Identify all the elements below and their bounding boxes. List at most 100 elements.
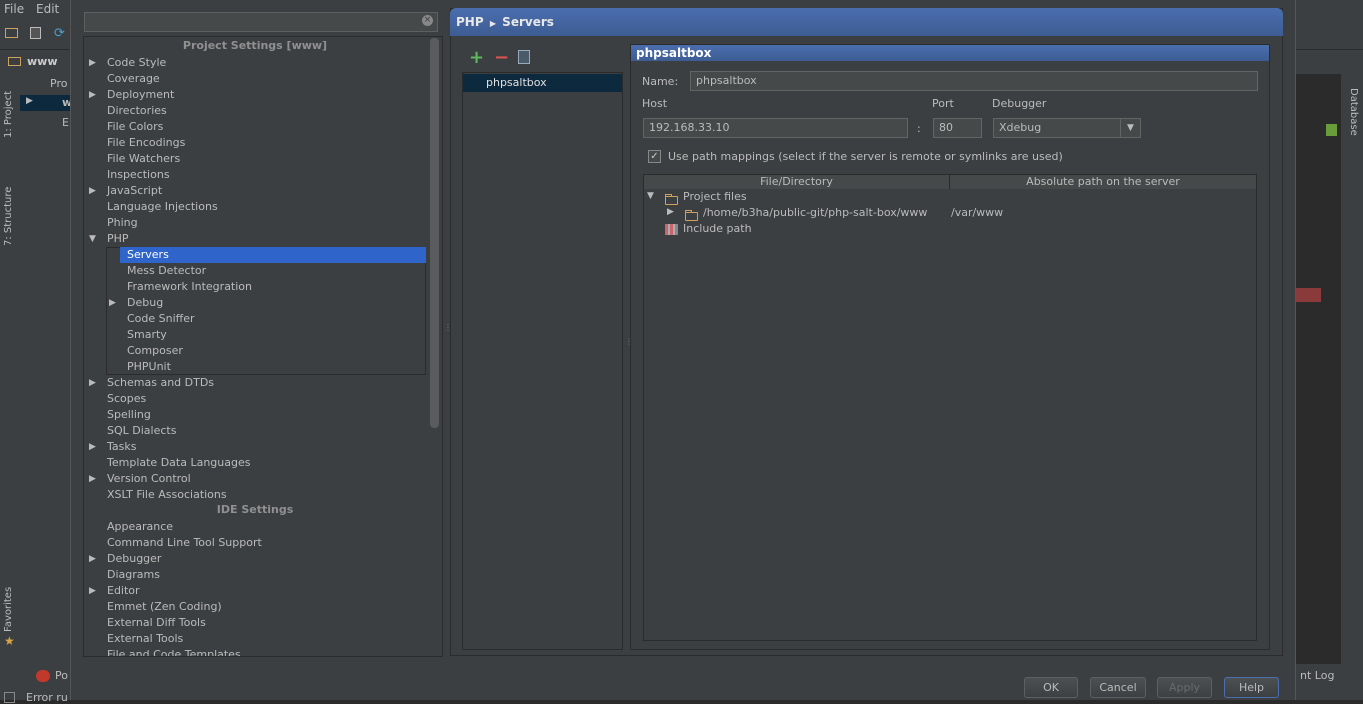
expand-arrow-icon[interactable]: ▶ (89, 583, 96, 599)
settings-item-xslt-file-associations[interactable]: XSLT File Associations (84, 487, 424, 503)
nav-project-name[interactable]: www (27, 55, 58, 68)
settings-item-label: Servers (127, 248, 169, 261)
add-server-icon[interactable]: + (469, 47, 484, 68)
expand-arrow-icon[interactable]: ▶ (667, 207, 674, 217)
tool-tab-favorites[interactable]: Favorites (3, 587, 14, 632)
status-checkbox[interactable] (4, 692, 15, 703)
favorites-star-icon[interactable]: ★ (4, 634, 15, 648)
server-detail-title: phpsaltbox (631, 45, 1269, 61)
remove-server-icon[interactable]: − (494, 47, 509, 68)
settings-item-php[interactable]: ▼ PHP (84, 231, 424, 247)
settings-item-scopes[interactable]: Scopes (84, 391, 424, 407)
breadcrumb-parent: PHP (456, 15, 484, 29)
column-absolute-path[interactable]: Absolute path on the server (950, 175, 1256, 189)
settings-item-tasks[interactable]: ▶ Tasks (84, 439, 424, 455)
settings-item-label: Smarty (127, 328, 167, 341)
sync-icon[interactable]: ⟳ (54, 26, 65, 41)
settings-item-deployment[interactable]: ▶ Deployment (84, 87, 424, 103)
expand-arrow-icon[interactable]: ▶ (109, 295, 116, 311)
path-mappings-checkbox[interactable]: ✓ (648, 150, 661, 163)
settings-item-label: Inspections (107, 168, 170, 181)
settings-item-composer[interactable]: Composer (84, 343, 424, 359)
settings-item-language-injections[interactable]: Language Injections (84, 199, 424, 215)
save-icon[interactable] (30, 27, 41, 39)
tool-tab-database[interactable]: Database (1348, 88, 1359, 136)
tool-tab-project[interactable]: 1: Project (3, 91, 14, 138)
server-list-item[interactable]: phpsaltbox (463, 74, 622, 92)
settings-item-version-control[interactable]: ▶ Version Control (84, 471, 424, 487)
clear-search-icon[interactable]: × (422, 15, 433, 26)
cancel-button[interactable]: Cancel (1090, 677, 1146, 698)
settings-item-debug[interactable]: ▶ Debug (84, 295, 424, 311)
apply-button[interactable]: Apply (1157, 677, 1212, 698)
settings-item-code-style[interactable]: ▶ Code Style (84, 55, 424, 71)
table-row-project-files[interactable]: ▼ Project files (644, 190, 1256, 206)
copy-server-icon[interactable] (518, 50, 530, 64)
expand-arrow-icon[interactable]: ▶ (89, 55, 96, 71)
settings-item-file-encodings[interactable]: File Encodings (84, 135, 424, 151)
settings-item-label: JavaScript (107, 184, 163, 197)
settings-item-command-line-tool-support[interactable]: Command Line Tool Support (84, 535, 424, 551)
settings-item-smarty[interactable]: Smarty (84, 327, 424, 343)
settings-item-emmet-zen-coding[interactable]: Emmet (Zen Coding) (84, 599, 424, 615)
collapse-arrow-icon[interactable]: ▼ (647, 191, 654, 201)
settings-item-diagrams[interactable]: Diagrams (84, 567, 424, 583)
mapping-remote-path[interactable]: /var/www (951, 206, 1003, 219)
settings-item-phpunit[interactable]: PHPUnit (84, 359, 424, 375)
collapse-arrow-icon[interactable]: ▼ (89, 231, 96, 247)
settings-tree: Project Settings [www] ▶ Code Style Coverag… (83, 36, 443, 657)
partial-tree-selected-row[interactable]: ▶ w (20, 95, 72, 111)
settings-item-directories[interactable]: Directories (84, 103, 424, 119)
settings-item-label: File Colors (107, 120, 164, 133)
column-file-directory[interactable]: File/Directory (644, 175, 950, 189)
settings-item-label: Composer (127, 344, 183, 357)
settings-item-file-colors[interactable]: File Colors (84, 119, 424, 135)
expand-arrow-icon[interactable]: ▶ (89, 87, 96, 103)
settings-item-external-tools[interactable]: External Tools (84, 631, 424, 647)
folder-icon (685, 209, 698, 221)
expand-arrow-icon[interactable]: ▶ (89, 375, 96, 391)
help-button[interactable]: Help (1224, 677, 1279, 698)
settings-item-editor[interactable]: ▶ Editor (84, 583, 424, 599)
settings-item-framework-integration[interactable]: Framework Integration (84, 279, 424, 295)
tool-tab-structure[interactable]: 7: Structure (3, 187, 14, 246)
settings-item-sql-dialects[interactable]: SQL Dialects (84, 423, 424, 439)
server-name-field[interactable]: phpsaltbox (690, 71, 1258, 91)
breadcrumb-current: Servers (502, 15, 554, 29)
host-field[interactable]: 192.168.33.10 (643, 118, 908, 138)
debugger-select[interactable]: Xdebug ▼ (993, 118, 1141, 138)
menu-edit[interactable]: Edit (36, 2, 59, 16)
expand-arrow-icon[interactable]: ▶ (89, 471, 96, 487)
settings-item-file-watchers[interactable]: File Watchers (84, 151, 424, 167)
table-row-mapping[interactable]: ▶ /home/b3ha/public-git/php-salt-box/www… (644, 206, 1256, 222)
menu-file[interactable]: File (4, 2, 24, 16)
ide-editor-gutter (1296, 74, 1341, 664)
settings-item-code-sniffer[interactable]: Code Sniffer (84, 311, 424, 327)
settings-item-phing[interactable]: Phing (84, 215, 424, 231)
expand-arrow-icon[interactable]: ▶ (89, 439, 96, 455)
status-right-text[interactable]: nt Log (1300, 669, 1334, 682)
settings-item-spelling[interactable]: Spelling (84, 407, 424, 423)
path-mappings-label[interactable]: Use path mappings (select if the server … (668, 150, 1063, 163)
settings-tree-scrollbar[interactable] (430, 38, 439, 428)
settings-item-servers[interactable]: Servers (120, 247, 426, 263)
settings-item-inspections[interactable]: Inspections (84, 167, 424, 183)
expand-arrow-icon[interactable]: ▶ (89, 551, 96, 567)
settings-item-debugger[interactable]: ▶ Debugger (84, 551, 424, 567)
chevron-down-icon[interactable]: ▼ (1120, 119, 1140, 137)
settings-item-template-data-languages[interactable]: Template Data Languages (84, 455, 424, 471)
open-folder-icon[interactable] (5, 28, 18, 38)
port-field[interactable]: 80 (933, 118, 982, 138)
settings-item-javascript[interactable]: ▶ JavaScript (84, 183, 424, 199)
settings-item-external-diff-tools[interactable]: External Diff Tools (84, 615, 424, 631)
settings-search-input[interactable]: × (84, 12, 438, 32)
settings-item-mess-detector[interactable]: Mess Detector (84, 263, 424, 279)
settings-item-schemas-and-dtds[interactable]: ▶ Schemas and DTDs (84, 375, 424, 391)
settings-item-file-and-code-templates[interactable]: File and Code Templates (84, 647, 424, 656)
status-left-text[interactable]: Po (55, 669, 68, 682)
ok-button[interactable]: OK (1024, 677, 1078, 698)
settings-item-coverage[interactable]: Coverage (84, 71, 424, 87)
table-row-include-path[interactable]: Include path (644, 222, 1256, 238)
settings-item-appearance[interactable]: Appearance (84, 519, 424, 535)
expand-arrow-icon[interactable]: ▶ (89, 183, 96, 199)
